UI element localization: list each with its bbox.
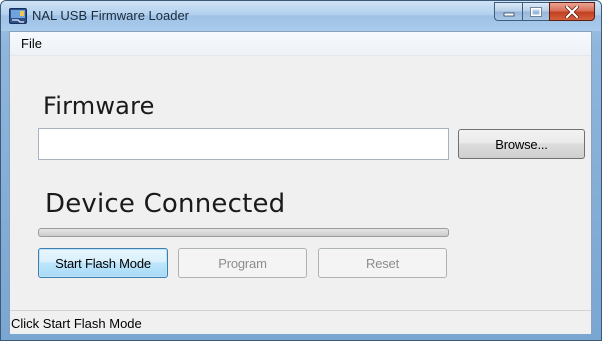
- menu-bar: File: [10, 32, 591, 56]
- firmware-path-input[interactable]: [38, 128, 449, 160]
- app-window: NAL USB Firmware Loader File Firmware Br…: [0, 0, 602, 341]
- usb-loader-app-icon: [9, 8, 27, 24]
- firmware-heading: Firmware: [43, 92, 155, 120]
- reset-button[interactable]: Reset: [318, 248, 447, 278]
- window-title: NAL USB Firmware Loader: [32, 8, 190, 23]
- maximize-icon: [530, 6, 542, 17]
- status-bar: Click Start Flash Mode: [10, 310, 591, 334]
- flash-progress-bar: [38, 228, 449, 237]
- maximize-button[interactable]: [522, 2, 549, 21]
- close-button[interactable]: [549, 2, 595, 21]
- status-text: Click Start Flash Mode: [11, 316, 142, 331]
- start-flash-mode-button[interactable]: Start Flash Mode: [38, 248, 168, 278]
- minimize-button[interactable]: [494, 2, 522, 21]
- program-button[interactable]: Program: [178, 248, 307, 278]
- device-status-heading: Device Connected: [45, 189, 286, 219]
- window-controls: [494, 2, 595, 22]
- minimize-icon: [503, 12, 514, 16]
- menu-item-file[interactable]: File: [15, 36, 48, 52]
- title-bar[interactable]: NAL USB Firmware Loader: [1, 1, 601, 31]
- client-area: File Firmware Browse... Device Connected…: [9, 31, 592, 334]
- close-icon: [565, 5, 579, 18]
- browse-button[interactable]: Browse...: [458, 129, 585, 159]
